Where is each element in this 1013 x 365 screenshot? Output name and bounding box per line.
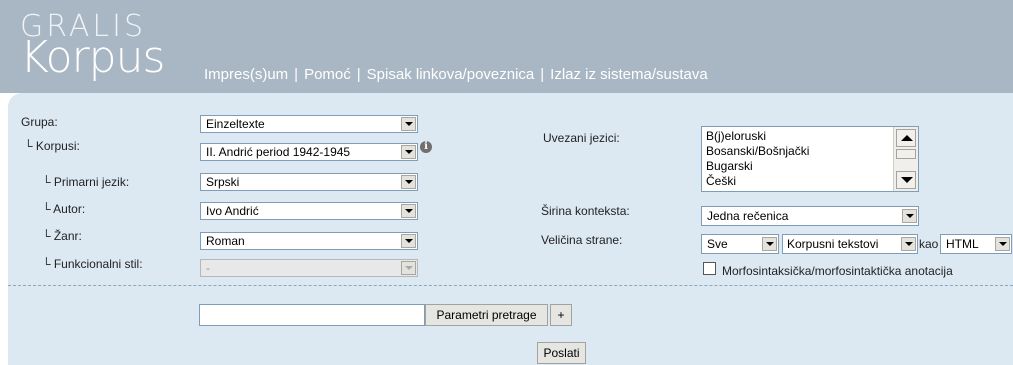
funkcionalni-stil-label: └ Funkcionalni stil:: [42, 257, 143, 271]
chevron-down-icon[interactable]: [901, 237, 916, 251]
section-divider: [8, 285, 1013, 286]
chevron-down-icon[interactable]: [401, 204, 416, 218]
list-item[interactable]: Bosanski/Bošnjački: [706, 144, 809, 159]
list-item[interactable]: B(j)eloruski: [706, 129, 809, 144]
header-bar: GRALIS Korpus Impres(s)um | Pomoć | Spisak l…: [0, 0, 1013, 93]
chevron-down-icon[interactable]: [401, 234, 416, 248]
format-select[interactable]: HTML: [940, 234, 1012, 254]
grupa-label: Grupa:: [21, 115, 58, 129]
morfo-checkbox-label[interactable]: Morfosintaksička/morfosintaktička anotac…: [722, 264, 953, 278]
autor-label: └ Autor:: [42, 202, 86, 216]
uvezani-jezici-listbox[interactable]: B(j)eloruski Bosanski/Bošnjački Bugarski…: [701, 126, 919, 192]
scroll-thumb[interactable]: [896, 149, 916, 159]
korpusi-label: └ Korpusi:: [24, 139, 80, 153]
nav-separator: |: [356, 66, 361, 83]
funkcionalni-stil-select: -: [200, 259, 418, 277]
info-icon[interactable]: i: [420, 141, 432, 153]
chevron-down-icon[interactable]: [401, 175, 416, 189]
scroll-down-icon[interactable]: [896, 171, 916, 189]
zanr-select-value: Roman: [206, 234, 245, 248]
search-input[interactable]: [199, 304, 425, 326]
chevron-down-icon[interactable]: [401, 145, 416, 159]
kao-label: kao: [919, 237, 939, 251]
uvezani-jezici-label: Uvezani jezici:: [543, 131, 620, 145]
nav-link-spisak-linkova[interactable]: Spisak linkova/poveznica: [367, 66, 535, 83]
tekst-tip-select[interactable]: Korpusni tekstovi: [782, 234, 918, 254]
autor-select-value: Ivo Andrić: [206, 204, 259, 218]
nav-separator: |: [294, 66, 299, 83]
logo-line-2: Korpus: [20, 32, 165, 83]
grupa-select[interactable]: Einzeltexte: [200, 115, 418, 133]
chevron-down-icon[interactable]: [995, 237, 1010, 251]
funkcionalni-stil-select-value: -: [206, 261, 210, 275]
zanr-label: └ Žanr:: [42, 229, 82, 243]
morfo-checkbox[interactable]: [703, 262, 716, 275]
sirina-konteksta-label: Širina konteksta:: [541, 204, 630, 218]
primarni-jezik-select-value: Srpski: [206, 175, 240, 189]
format-select-value: HTML: [946, 237, 979, 251]
chevron-down-icon[interactable]: [902, 209, 917, 223]
korpusi-select[interactable]: II. Andrić period 1942-1945: [200, 143, 418, 161]
chevron-down-icon[interactable]: [401, 117, 416, 131]
scroll-up-icon[interactable]: [896, 129, 916, 147]
primarni-jezik-select[interactable]: Srpski: [200, 173, 418, 191]
korpusi-select-value: II. Andrić period 1942-1945: [206, 145, 351, 159]
autor-select[interactable]: Ivo Andrić: [200, 202, 418, 220]
uvezani-jezici-items: B(j)eloruski Bosanski/Bošnjački Bugarski…: [706, 129, 809, 189]
sirina-konteksta-select-value: Jedna rečenica: [707, 209, 789, 223]
velicina-strane-label: Veličina strane:: [541, 233, 623, 247]
velicina-strane-select-value: Sve: [707, 237, 728, 251]
nav-link-impressum[interactable]: Impres(s)um: [204, 66, 288, 83]
chevron-down-icon[interactable]: [762, 237, 777, 251]
grupa-select-value: Einzeltexte: [206, 117, 265, 131]
sirina-konteksta-select[interactable]: Jedna rečenica: [701, 206, 919, 226]
nav-link-izlaz[interactable]: Izlaz iz sistema/sustava: [550, 66, 708, 83]
zanr-select[interactable]: Roman: [200, 232, 418, 250]
nav-link-pomoc[interactable]: Pomoć: [304, 66, 351, 83]
chevron-down-icon: [401, 261, 416, 275]
velicina-strane-select[interactable]: Sve: [701, 234, 779, 254]
listbox-scrollbar[interactable]: [893, 127, 918, 191]
list-item[interactable]: Češki: [706, 174, 809, 189]
top-navigation: Impres(s)um | Pomoć | Spisak linkova/povezni…: [204, 66, 708, 83]
add-parameter-button[interactable]: +: [550, 304, 572, 326]
primarni-jezik-label: └ Primarni jezik:: [42, 175, 130, 189]
gralis-korpus-logo[interactable]: GRALIS Korpus: [20, 12, 165, 83]
poslati-button[interactable]: Poslati: [537, 342, 586, 364]
parametri-pretrage-button[interactable]: Parametri pretrage: [425, 304, 548, 326]
nav-separator: |: [540, 66, 545, 83]
list-item[interactable]: Bugarski: [706, 159, 809, 174]
tekst-tip-select-value: Korpusni tekstovi: [787, 237, 879, 251]
